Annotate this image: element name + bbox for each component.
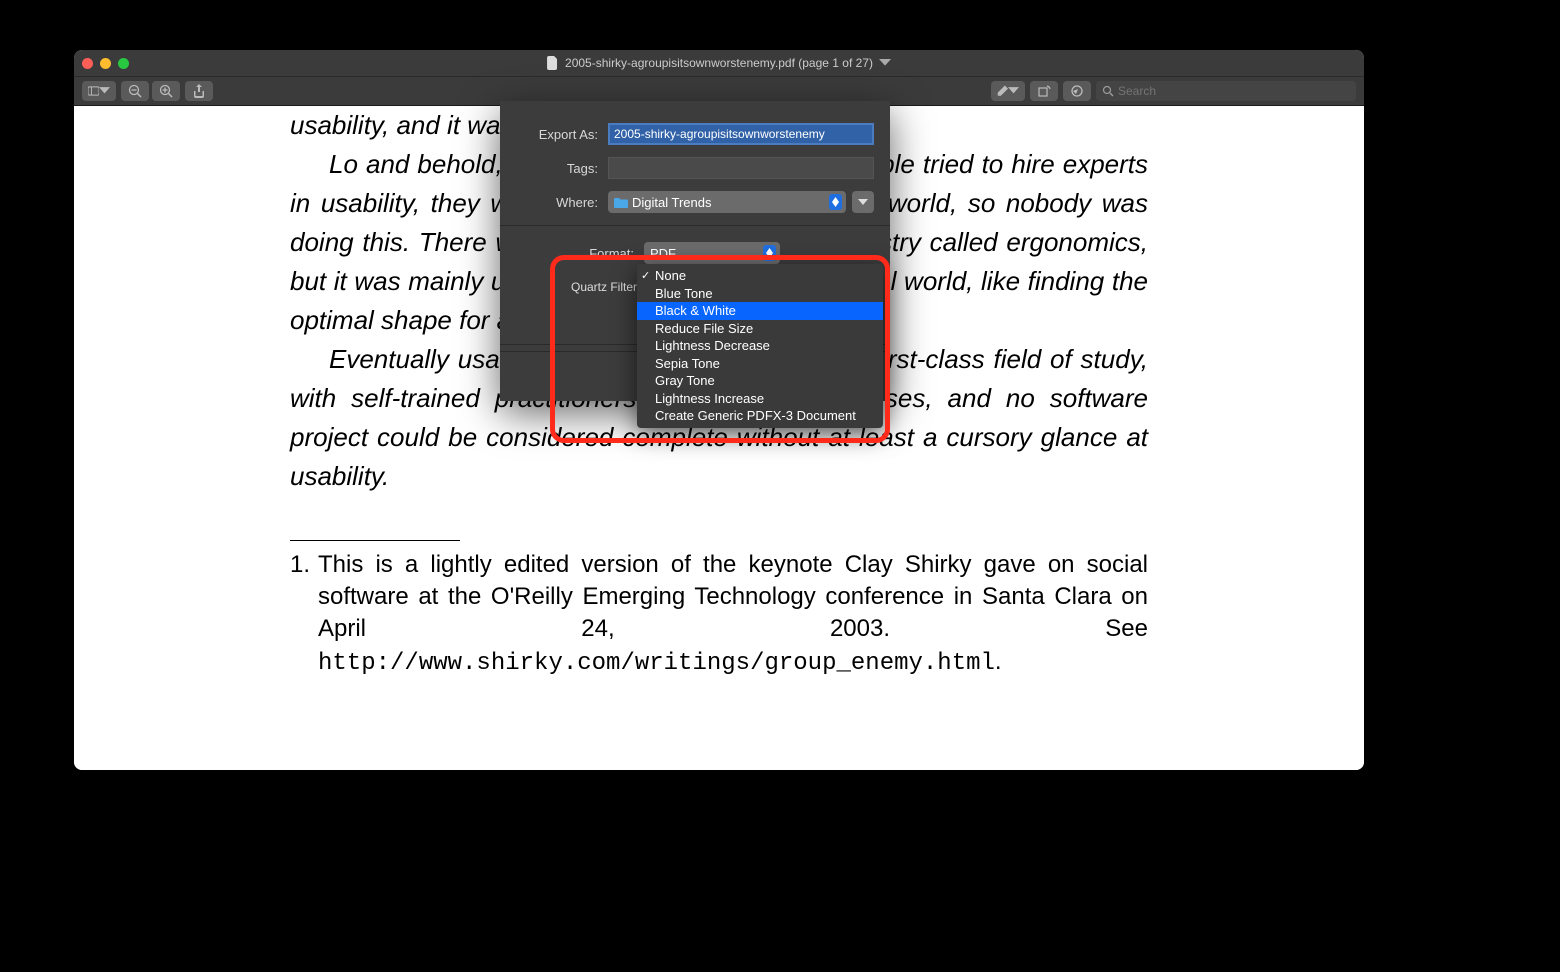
quartz-filter-label: Quartz Filter — [516, 280, 641, 294]
export-as-label: Export As: — [516, 127, 608, 142]
share-button[interactable] — [185, 81, 213, 101]
menu-item[interactable]: Create Generic PDFX-3 Document — [637, 407, 883, 425]
annotate-icon — [1070, 84, 1084, 98]
menu-item-label: Blue Tone — [655, 286, 713, 301]
zoom-window-button[interactable] — [118, 58, 129, 69]
menu-item[interactable]: Sepia Tone — [637, 355, 883, 373]
folder-icon — [614, 197, 628, 208]
footnote-text: This is a lightly edited version of the … — [318, 551, 1148, 642]
format-value: PDF — [650, 246, 676, 261]
sidebar-toggle-button[interactable] — [82, 81, 116, 101]
window-title[interactable]: 2005-shirky-agroupisitsownworstenemy.pdf… — [547, 56, 891, 70]
chevron-down-icon — [858, 198, 868, 206]
rotate-icon — [1037, 84, 1051, 98]
menu-item-label: Gray Tone — [655, 373, 715, 388]
traffic-lights — [82, 58, 129, 69]
menu-item-label: Create Generic PDFX-3 Document — [655, 408, 856, 423]
rotate-button[interactable] — [1030, 81, 1058, 101]
menu-item-label: Black & White — [655, 303, 736, 318]
minimize-window-button[interactable] — [100, 58, 111, 69]
menu-item[interactable]: Lightness Decrease — [637, 337, 883, 355]
footnote-url: http://www.shirky.com/writings/group_ene… — [318, 650, 995, 677]
menu-item[interactable]: Reduce File Size — [637, 320, 883, 338]
tags-label: Tags: — [516, 161, 608, 176]
menu-item[interactable]: Blue Tone — [637, 285, 883, 303]
tags-field[interactable] — [608, 157, 874, 179]
sidebar-icon — [88, 84, 99, 98]
updown-icon — [763, 245, 776, 261]
menu-item[interactable]: Black & White — [637, 302, 883, 320]
menu-item-label: Lightness Decrease — [655, 338, 770, 353]
search-field[interactable] — [1096, 81, 1356, 101]
menu-item-label: Sepia Tone — [655, 356, 720, 371]
footnote-number: 1. — [290, 549, 318, 580]
where-value: Digital Trends — [632, 195, 711, 210]
footnote-end: . — [995, 648, 1002, 675]
window-title-text: 2005-shirky-agroupisitsownworstenemy.pdf… — [565, 56, 873, 70]
expand-browser-button[interactable] — [852, 191, 874, 213]
chevron-down-icon — [1008, 84, 1019, 98]
close-window-button[interactable] — [82, 58, 93, 69]
search-input[interactable] — [1118, 84, 1350, 98]
pencil-icon — [997, 84, 1008, 98]
footnote: 1.This is a lightly edited version of th… — [290, 549, 1148, 679]
where-popup[interactable]: Digital Trends — [608, 191, 846, 213]
menu-item[interactable]: Lightness Increase — [637, 390, 883, 408]
chevron-down-icon — [99, 84, 110, 98]
zoom-out-button[interactable] — [121, 81, 149, 101]
menu-item-label: None — [655, 268, 686, 283]
zoom-out-icon — [128, 84, 142, 98]
checkmark-icon: ✓ — [641, 269, 650, 282]
export-as-field[interactable]: 2005-shirky-agroupisitsownworstenemy — [608, 123, 874, 145]
zoom-in-icon — [159, 84, 173, 98]
annotate-button[interactable] — [1063, 81, 1091, 101]
menu-item[interactable]: Gray Tone — [637, 372, 883, 390]
search-icon — [1102, 85, 1114, 97]
chevron-down-icon — [879, 56, 891, 70]
document-icon — [547, 56, 559, 70]
menu-item-label: Reduce File Size — [655, 321, 753, 336]
format-label: Format: — [516, 246, 644, 261]
share-icon — [192, 84, 206, 98]
menu-item-label: Lightness Increase — [655, 391, 764, 406]
titlebar: 2005-shirky-agroupisitsownworstenemy.pdf… — [74, 50, 1364, 76]
where-label: Where: — [516, 195, 608, 210]
footnote-rule — [290, 540, 460, 541]
updown-icon — [829, 194, 842, 210]
markup-button[interactable] — [991, 81, 1025, 101]
zoom-in-button[interactable] — [152, 81, 180, 101]
quartz-filter-menu: ✓ None Blue Tone Black & White Reduce File S… — [637, 264, 883, 428]
format-popup[interactable]: PDF — [644, 242, 780, 264]
menu-item[interactable]: ✓ None — [637, 267, 883, 285]
